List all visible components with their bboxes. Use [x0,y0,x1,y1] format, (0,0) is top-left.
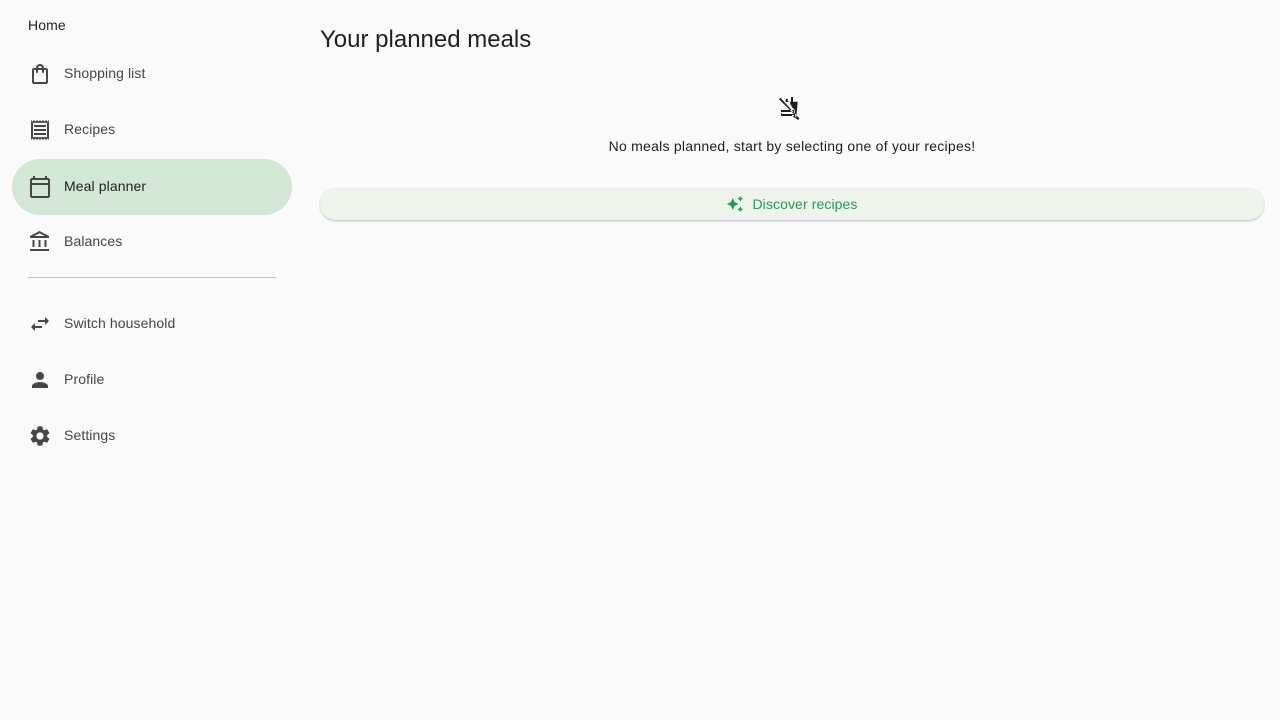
sidebar-item-recipes[interactable]: Recipes [12,102,292,158]
receipt-icon [28,118,52,142]
shopping-bag-icon [28,62,52,86]
sidebar-item-label: Recipes [64,121,116,137]
sidebar-item-balances[interactable]: Balances [12,214,292,270]
bank-icon [28,230,52,254]
sidebar-item-label: Shopping list [64,65,146,81]
sidebar-home-label: Home [28,17,66,33]
sidebar-divider [28,277,276,278]
sidebar-item-label: Meal planner [64,178,147,194]
sidebar-item-label: Switch household [64,315,176,331]
sidebar-item-settings[interactable]: Settings [12,408,292,464]
gear-icon [28,424,52,448]
empty-state-message: No meals planned, start by selecting one… [608,138,976,154]
sidebar-item-label: Profile [64,371,105,387]
calendar-icon [28,175,52,199]
page-title: Your planned meals [320,26,532,53]
sparkle-icon [726,195,744,213]
discover-recipes-button[interactable]: Discover recipes [320,188,1264,220]
discover-recipes-label: Discover recipes [752,196,858,212]
sidebar-item-profile[interactable]: Profile [12,352,292,408]
sidebar-item-shopping-list[interactable]: Shopping list [12,46,292,102]
sidebar-item-label: Balances [64,233,123,249]
main-content: Your planned meals No meals planned, sta… [320,0,1264,720]
sidebar-item-switch-household[interactable]: Switch household [12,296,292,352]
app-window: Home Shopping list Recipes Meal planner … [0,0,1280,720]
sidebar-item-label: Settings [64,427,116,443]
person-icon [28,368,52,392]
no-food-icon [779,96,803,120]
sidebar-item-meal-planner[interactable]: Meal planner [12,159,292,215]
sidebar: Home Shopping list Recipes Meal planner … [0,0,304,720]
swap-icon [28,312,52,336]
